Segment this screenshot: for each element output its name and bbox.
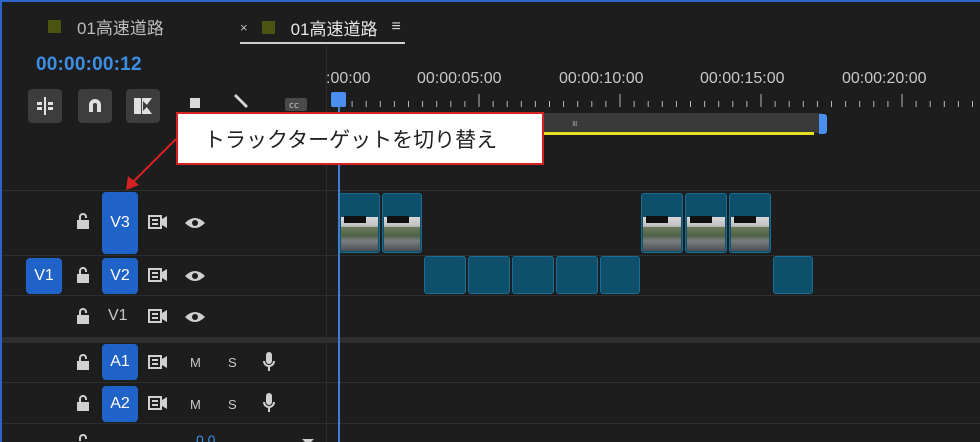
playhead-timecode[interactable]: 00:00:00:12 (36, 54, 142, 76)
film-icon[interactable] (148, 309, 168, 328)
track-target-v1[interactable]: V1 (108, 307, 128, 325)
ruler-label: 00:00:05:00 (417, 70, 502, 87)
video-clip[interactable] (729, 193, 771, 253)
clip-badge (646, 216, 668, 223)
lock-icon[interactable] (76, 394, 90, 417)
track-divider (2, 190, 980, 191)
mute-button[interactable]: M (190, 397, 201, 412)
clip-badge (387, 216, 409, 223)
sequence-tabs: 01高速道路 × 01高速道路 ≡ (2, 2, 980, 46)
work-area-render-bar (540, 132, 814, 135)
video-clip[interactable] (424, 256, 466, 294)
video-clip[interactable] (339, 193, 380, 253)
track-target-v3[interactable]: V3 (102, 192, 138, 254)
eye-icon[interactable] (184, 310, 206, 329)
solo-button[interactable]: S (228, 355, 237, 370)
tab-close-icon[interactable]: × (240, 20, 248, 35)
tab-label: 01高速道路 (77, 18, 164, 38)
linked-selection-button[interactable] (126, 89, 160, 123)
lock-icon[interactable] (76, 307, 90, 330)
lock-icon[interactable] (76, 266, 90, 289)
track-divider (2, 382, 980, 383)
snap-button[interactable] (78, 89, 112, 123)
film-icon[interactable] (148, 268, 168, 287)
callout-text: トラックターゲットを切り替え (204, 128, 498, 152)
insert-nest-button[interactable] (28, 89, 62, 123)
video-clip[interactable] (685, 193, 727, 253)
wrench-icon (234, 94, 248, 108)
video-clip[interactable] (641, 193, 683, 253)
lock-icon[interactable] (76, 353, 90, 376)
source-patch-v1[interactable]: V1 (26, 258, 62, 294)
master-volume[interactable]: 0.0 (196, 432, 215, 442)
video-audio-divider (2, 337, 980, 343)
film-icon[interactable] (148, 396, 168, 415)
ruler-label: 00:00:10:00 (559, 70, 644, 87)
mic-icon[interactable] (262, 351, 276, 378)
video-clip[interactable] (773, 256, 813, 294)
tab-label: 01高速道路 (290, 19, 378, 39)
mute-button[interactable]: M (190, 355, 201, 370)
ruler-label: 00:00:15:00 (700, 70, 785, 87)
time-ruler[interactable]: :00:00 00:00:05:00 00:00:10:00 00:00:15:… (326, 68, 980, 92)
track-target-a2[interactable]: A2 (102, 386, 138, 422)
video-clip[interactable] (512, 256, 554, 294)
nest-icon (37, 97, 53, 115)
sequence-color-icon (48, 19, 61, 33)
video-clip[interactable] (468, 256, 510, 294)
track-divider (2, 295, 980, 296)
eye-icon[interactable] (184, 216, 206, 235)
film-icon[interactable] (148, 355, 168, 374)
go-to-end-icon[interactable] (300, 434, 316, 442)
clip-badge (734, 216, 756, 223)
work-area-bar[interactable]: ııı (540, 113, 822, 133)
snap-icon (89, 99, 101, 112)
sequence-tab-inactive[interactable]: 01高速道路 (48, 12, 164, 40)
sequence-tab-active[interactable]: × 01高速道路 ≡ (240, 12, 405, 44)
captions-icon: cc (285, 98, 307, 111)
video-clip[interactable] (600, 256, 640, 294)
mic-icon[interactable] (262, 392, 276, 419)
grip-icon: ııı (572, 118, 577, 128)
marker-icon (190, 98, 200, 108)
video-clip[interactable] (382, 193, 422, 253)
ruler-label: 00:00:20:00 (842, 70, 927, 87)
solo-button[interactable]: S (228, 397, 237, 412)
film-icon[interactable] (148, 215, 168, 234)
annotation-callout: トラックターゲットを切り替え (176, 112, 544, 165)
ruler-label: :00:00 (326, 70, 371, 87)
clip-badge (344, 216, 366, 223)
track-divider (2, 423, 980, 424)
sequence-color-icon (261, 20, 275, 34)
lock-icon[interactable] (76, 432, 90, 442)
clip-badge (690, 216, 712, 223)
eye-icon[interactable] (184, 269, 206, 288)
work-area-end-handle[interactable] (819, 114, 827, 134)
panel-focus-border-left (0, 0, 2, 442)
panel-menu-icon[interactable]: ≡ (392, 18, 401, 36)
video-clip[interactable] (556, 256, 598, 294)
lock-icon[interactable] (76, 212, 90, 235)
ruler-ticks (337, 94, 973, 107)
ripple-icon (134, 98, 152, 114)
playhead-handle[interactable] (331, 92, 346, 107)
annotation-arrow (126, 138, 177, 190)
track-target-v2[interactable]: V2 (102, 258, 138, 294)
track-target-a1[interactable]: A1 (102, 344, 138, 380)
svg-text:cc: cc (289, 101, 299, 111)
